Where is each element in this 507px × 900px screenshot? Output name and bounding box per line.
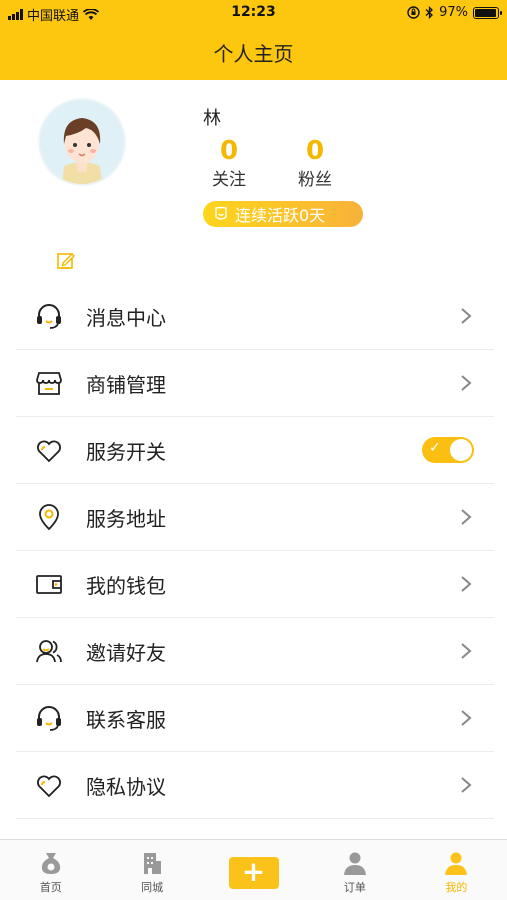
menu-label: 商铺管理 [86,372,166,397]
menu-label: 消息中心 [86,305,166,330]
following-label: 关注 [212,170,246,190]
bottom-tab-bar: 首页 同城 + 订单 我的 [0,839,507,900]
status-bar: 中国联通 12:23 97% [0,0,507,28]
heart-icon [37,440,61,463]
chevron-right-icon [461,308,472,324]
location-pin-icon [39,504,59,531]
chevron-right-icon [461,375,472,391]
chevron-right-icon [461,710,472,726]
toggle-knob [450,439,472,461]
avatar[interactable] [38,98,126,186]
smile-icon [215,206,227,220]
tab-city[interactable]: 同城 [101,840,202,900]
following-count: 0 [219,136,239,166]
menu-label: 服务开关 [86,439,166,464]
battery-icon [473,6,502,19]
app-header: 中国联通 12:23 97% 个人主页 [0,0,507,80]
page-title: 个人主页 [213,42,294,66]
tab-label: 我的 [445,881,468,894]
check-icon: ✓ [429,440,441,456]
fans-label: 粉丝 [298,170,332,190]
service-toggle[interactable]: ✓ [422,437,474,463]
orientation-lock-icon [407,6,420,19]
wallet-icon [36,575,62,594]
menu-item-service-switch: 服务开关 ✓ [16,417,494,484]
menu-item-invite-friends[interactable]: 邀请好友 [16,618,494,685]
person-icon [343,852,366,875]
tab-orders[interactable]: 订单 [304,840,405,900]
chevron-right-icon [461,777,472,793]
add-button[interactable]: + [228,857,279,889]
active-days-text: 连续活跃0天 [235,206,326,225]
chevron-right-icon [461,643,472,659]
heart-icon [37,775,61,798]
menu-label: 联系客服 [86,707,166,732]
shop-icon [36,372,62,395]
bluetooth-icon [425,6,434,19]
tab-label: 同城 [141,881,164,894]
following-stat[interactable]: 0 关注 [199,134,259,192]
edit-icon[interactable] [55,250,77,272]
fans-count: 0 [305,136,325,166]
menu-item-wallet[interactable]: 我的钱包 [16,551,494,618]
chevron-right-icon [461,576,472,592]
tab-label: 订单 [343,881,366,894]
tab-add[interactable]: + [203,840,304,900]
menu-item-shop-management[interactable]: 商铺管理 [16,350,494,417]
avatar-image [40,100,124,184]
money-bag-icon [41,853,60,874]
username: 林 [203,108,221,129]
menu-label: 邀请好友 [86,640,166,665]
fans-stat[interactable]: 0 粉丝 [285,134,345,192]
chevron-right-icon [461,509,472,525]
person-icon [445,852,468,875]
friends-icon [36,640,62,663]
menu-item-privacy-policy[interactable]: 隐私协议 [16,752,494,819]
menu-list: 消息中心 商铺管理 服务开关 ✓ 服务地址 我的钱包 邀请好友 联系客服 隐私协… [16,283,494,819]
active-days-badge: 连续活跃0天 [203,201,363,227]
menu-item-service-address[interactable]: 服务地址 [16,484,494,551]
menu-label: 服务地址 [86,506,166,531]
headset-icon [37,304,61,329]
tab-home[interactable]: 首页 [0,840,101,900]
menu-item-message-center[interactable]: 消息中心 [16,283,494,350]
menu-item-contact-support[interactable]: 联系客服 [16,685,494,752]
building-icon [144,853,162,874]
battery-percent: 97% [439,5,468,20]
menu-label: 我的钱包 [86,573,166,598]
headset-icon [37,706,61,731]
tab-mine[interactable]: 我的 [406,840,507,900]
tab-label: 首页 [39,881,62,894]
menu-label: 隐私协议 [86,774,166,799]
